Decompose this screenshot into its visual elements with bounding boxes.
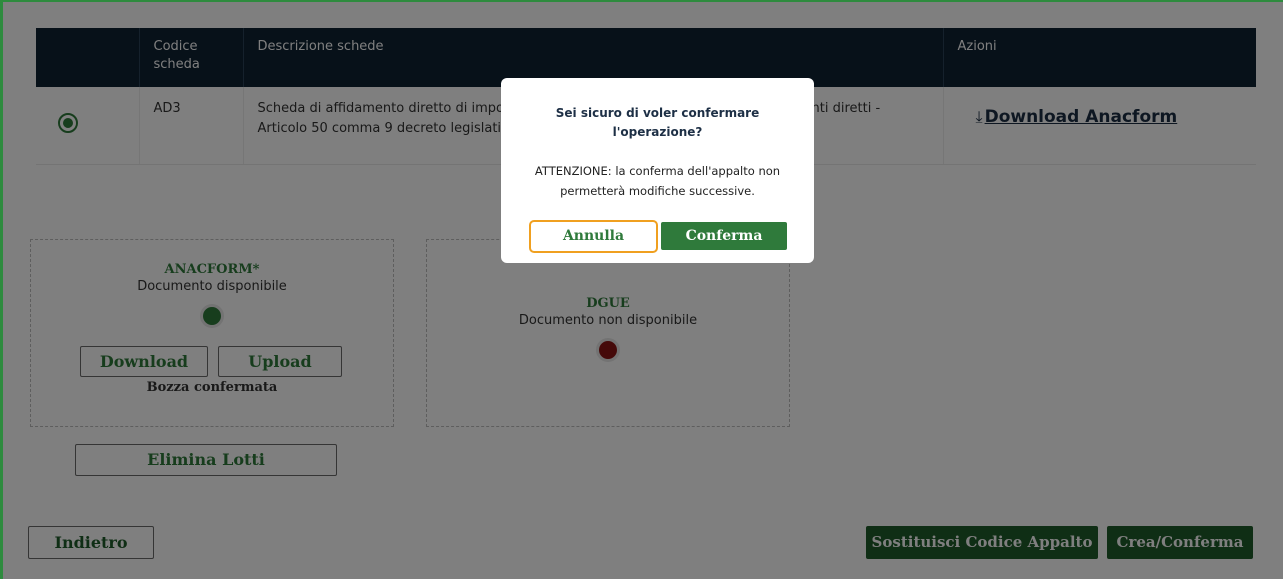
cancel-button[interactable]: Annulla	[529, 220, 658, 253]
confirm-button[interactable]: Conferma	[661, 222, 787, 250]
dialog-title-text: Sei sicuro di voler confermare l'operazi…	[555, 106, 760, 139]
dialog-title: Sei sicuro di voler confermare l'operazi…	[501, 104, 814, 142]
dialog-message-text: ATTENZIONE: la conferma dell'appalto non…	[534, 164, 781, 198]
confirm-dialog: Sei sicuro di voler confermare l'operazi…	[501, 78, 814, 263]
dialog-message: ATTENZIONE: la conferma dell'appalto non…	[501, 161, 814, 201]
